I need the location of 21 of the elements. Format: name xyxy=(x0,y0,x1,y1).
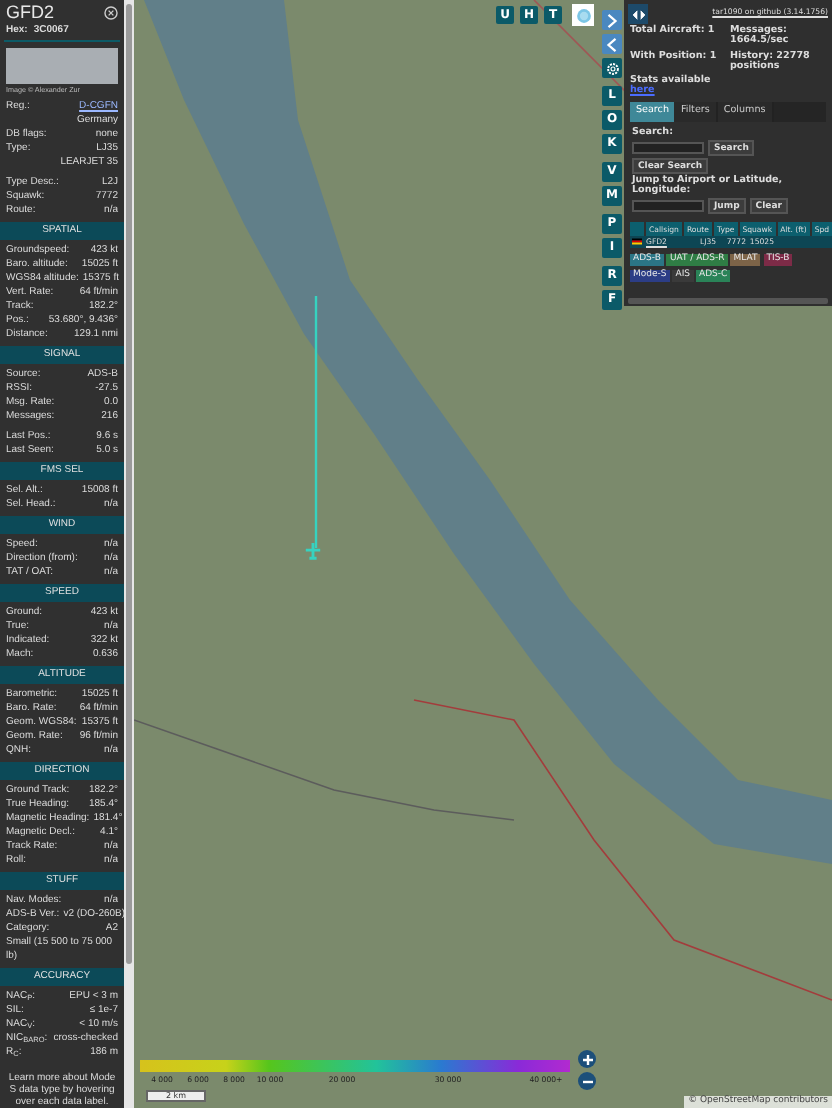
map-control-button[interactable] xyxy=(602,10,622,30)
plus-icon xyxy=(581,1053,593,1065)
settings-icon xyxy=(605,61,619,75)
sun-icon xyxy=(575,7,591,23)
chevron-left-icon xyxy=(606,37,618,51)
aircraft-callsign: GFD2 xyxy=(6,2,57,24)
aircraft-icon[interactable] xyxy=(304,542,322,560)
minus-icon xyxy=(581,1079,593,1083)
layer-button[interactable] xyxy=(572,4,594,26)
horizontal-scrollbar[interactable] xyxy=(628,298,828,304)
map-control-button[interactable] xyxy=(602,58,622,78)
flag-icon xyxy=(632,238,642,246)
map-control-button[interactable] xyxy=(602,34,622,54)
photo-placeholder xyxy=(6,47,118,84)
close-icon[interactable] xyxy=(104,6,118,20)
expand-icon xyxy=(631,9,645,19)
scrollbar[interactable] xyxy=(124,0,134,1108)
chevron-right-icon xyxy=(606,13,618,27)
panel-toggle-button[interactable] xyxy=(628,4,648,24)
jump-field[interactable] xyxy=(632,200,704,212)
search-field[interactable] xyxy=(632,142,704,154)
